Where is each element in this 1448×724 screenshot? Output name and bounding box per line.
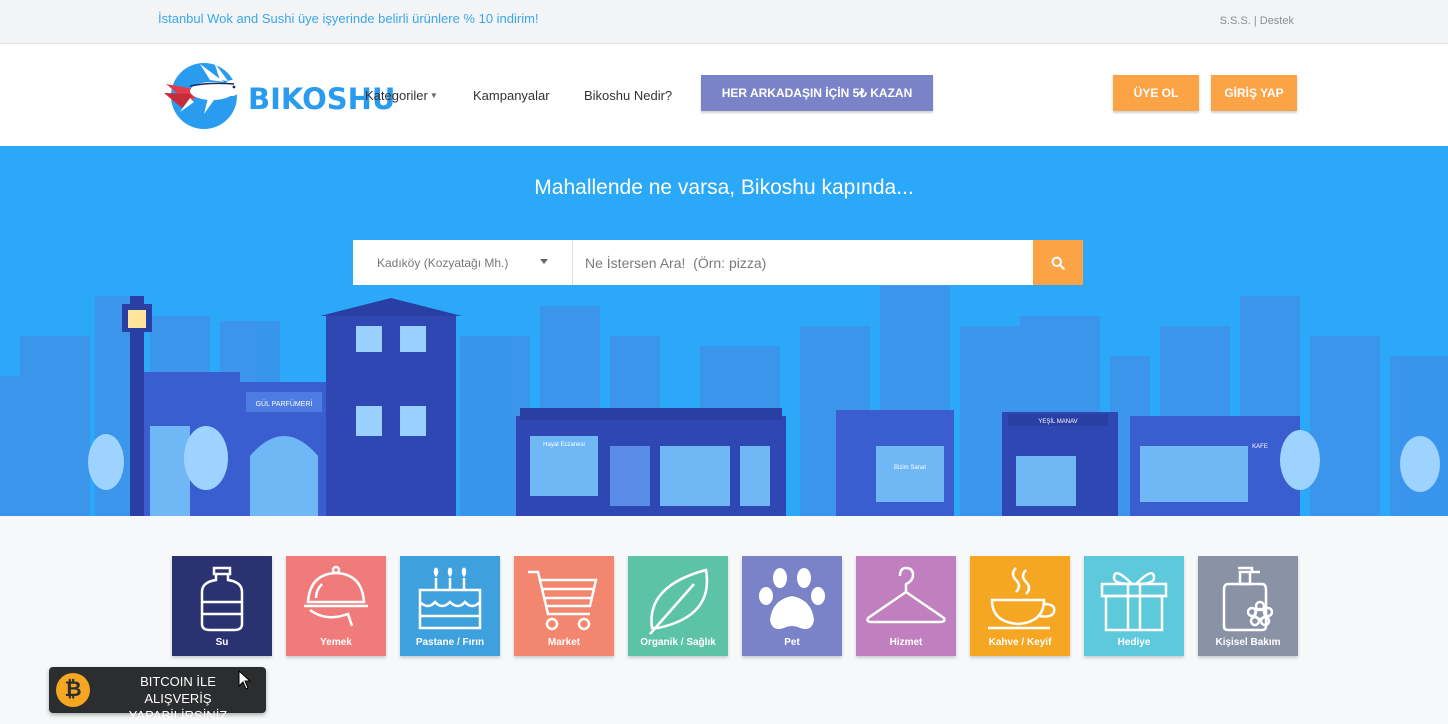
sign-cafe: KAFE <box>1252 444 1268 450</box>
caret-down-icon <box>540 259 548 264</box>
category-coffee[interactable]: Kahve / Keyif <box>970 556 1070 656</box>
invite-friends-button[interactable]: HER ARKADAŞIN İÇİN 5₺ KAZAN <box>701 75 933 111</box>
sign-perfume: GÜL PARFÜMERİ <box>256 399 313 408</box>
header: BIKOSHU Kategoriler ▼ Kampanyalar Bikoshu… <box>0 44 1448 146</box>
promo-text[interactable]: İstanbul Wok and Sushi üye işyerinde bel… <box>158 11 539 26</box>
nav-categories-label: Kategoriler <box>365 88 428 103</box>
category-label: Su <box>215 637 229 648</box>
sign-grocery: YEŞİL MANAV <box>1038 418 1077 425</box>
category-organic[interactable]: Organik / Sağlık <box>628 556 728 656</box>
category-label: Organik / Sağlık <box>640 637 716 648</box>
bitcoin-line-2: ALIŞVERİŞ YAPABİLİRSİNİZ <box>128 691 228 723</box>
search-icon <box>1051 256 1065 270</box>
location-selector[interactable]: Kadıköy (Kozyatağı Mh.) <box>353 240 573 285</box>
category-gift[interactable]: Hediye <box>1084 556 1184 656</box>
nav-categories[interactable]: Kategoriler ▼ <box>365 88 438 103</box>
category-label: Kişisel Bakım <box>1215 637 1281 648</box>
rabbit-logo-icon <box>164 62 240 129</box>
support-link[interactable]: Destek <box>1260 15 1294 27</box>
category-label: Kahve / Keyif <box>988 637 1052 648</box>
search-bar: Kadıköy (Kozyatağı Mh.) <box>353 240 1083 285</box>
sign-art: Bizim Sanat <box>894 465 926 471</box>
search-button[interactable] <box>1033 240 1083 285</box>
category-personal-care[interactable]: Kişisel Bakım <box>1198 556 1298 656</box>
category-label: Hizmet <box>889 637 923 648</box>
signup-button[interactable]: ÜYE OL <box>1113 75 1199 111</box>
category-label: Yemek <box>320 637 352 648</box>
search-input[interactable] <box>573 240 1033 285</box>
category-label: Market <box>547 637 581 648</box>
bitcoin-line-1: BITCOIN İLE <box>140 674 216 689</box>
category-pet[interactable]: Pet <box>742 556 842 656</box>
category-service[interactable]: Hizmet <box>856 556 956 656</box>
top-links: S.S.S. | Destek <box>1220 15 1294 27</box>
category-label: Pet <box>784 637 800 648</box>
top-bar: İstanbul Wok and Sushi üye işyerinde bel… <box>0 0 1448 44</box>
bitcoin-icon: ₿ <box>56 673 90 707</box>
city-skyline-illustration: GÜL PARFÜMERİ Hayat Eczanesi Bizim Sanat… <box>0 286 1448 516</box>
location-value: Kadıköy (Kozyatağı Mh.) <box>377 255 509 270</box>
category-label: Hediye <box>1117 637 1151 648</box>
bitcoin-badge[interactable]: ₿ BITCOIN İLE ALIŞVERİŞ YAPABİLİRSİNİZ <box>49 667 266 723</box>
sign-pharmacy: Hayat Eczanesi <box>543 442 585 448</box>
category-food[interactable]: Yemek <box>286 556 386 656</box>
category-water[interactable]: Su <box>172 556 272 656</box>
category-label: Pastane / Fırın <box>415 637 485 648</box>
bitcoin-text: BITCOIN İLE ALIŞVERİŞ YAPABİLİRSİNİZ <box>95 673 261 724</box>
mouse-cursor-icon <box>238 670 252 690</box>
link-separator: | <box>1250 15 1260 27</box>
nav-what-is-bikoshu[interactable]: Bikoshu Nedir? <box>584 88 672 103</box>
hero-title: Mahallende ne varsa, Bikoshu kapında... <box>534 176 914 199</box>
caret-down-icon: ▼ <box>429 91 438 100</box>
nav-campaigns[interactable]: Kampanyalar <box>473 88 550 103</box>
logo[interactable]: BIKOSHU <box>160 60 395 132</box>
category-bakery[interactable]: Pastane / Fırın <box>400 556 500 656</box>
category-market[interactable]: Market <box>514 556 614 656</box>
hero-banner: GÜL PARFÜMERİ Hayat Eczanesi Bizim Sanat… <box>0 146 1448 516</box>
login-button[interactable]: GİRİŞ YAP <box>1211 75 1297 111</box>
faq-link[interactable]: S.S.S. <box>1220 15 1251 27</box>
